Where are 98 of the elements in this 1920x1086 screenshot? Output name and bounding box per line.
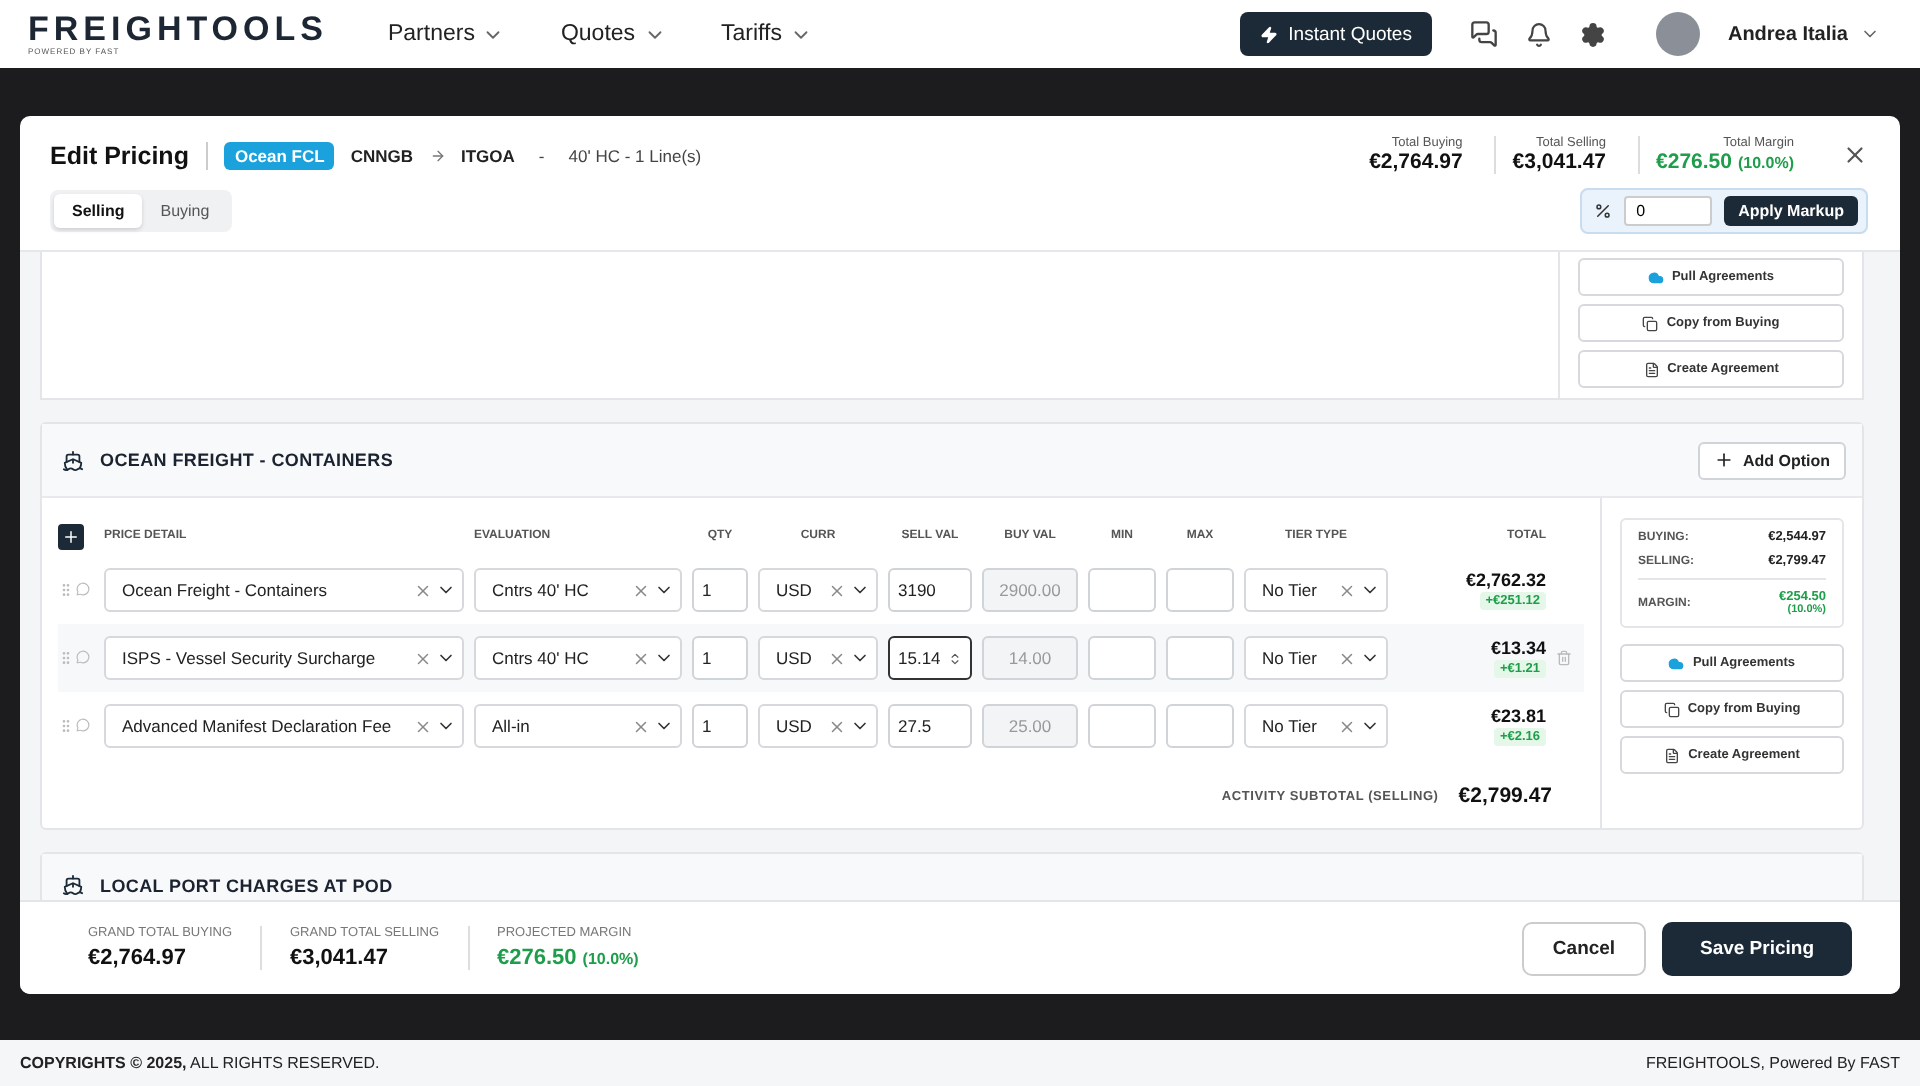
nav-menu[interactable]: Tariffs bbox=[701, 22, 832, 46]
currency-select[interactable]: USD bbox=[758, 568, 878, 612]
total-value: €276.50 bbox=[497, 946, 577, 970]
comment-icon[interactable] bbox=[76, 582, 90, 598]
qty-input[interactable]: 1 bbox=[692, 636, 748, 680]
currency-select[interactable]: USD bbox=[758, 704, 878, 748]
sell-value-input[interactable]: 15.14 bbox=[888, 636, 972, 680]
tier-type-select[interactable]: No Tier bbox=[1244, 636, 1388, 680]
clear-icon[interactable] bbox=[1338, 649, 1356, 667]
close-button[interactable] bbox=[1842, 142, 1868, 168]
cloud-icon bbox=[1647, 269, 1664, 285]
lightning-icon bbox=[1260, 25, 1279, 43]
nav-menu[interactable]: Quotes bbox=[540, 22, 686, 46]
row-total: €13.34 bbox=[1490, 638, 1546, 658]
total-value: €2,764.97 bbox=[1369, 150, 1463, 174]
drag-handle-icon[interactable] bbox=[58, 582, 74, 598]
section-title: OCEAN FREIGHT - CONTAINERS bbox=[100, 450, 394, 470]
copyright-text: COPYRIGHTS © 2025, ALL RIGHTS RESERVED. bbox=[20, 1054, 380, 1072]
clear-icon[interactable] bbox=[632, 649, 650, 667]
currency-select[interactable]: USD bbox=[758, 636, 878, 680]
plus-icon bbox=[62, 527, 80, 545]
row-total: €23.81 bbox=[1490, 706, 1546, 726]
min-input[interactable] bbox=[1088, 636, 1156, 680]
margin-percent: (10.0%) bbox=[582, 950, 639, 968]
tab[interactable]: Buying bbox=[142, 194, 228, 228]
mode-badge: Ocean FCL bbox=[224, 141, 335, 169]
powered-by-text: FREIGHTOOLS, Powered By FAST bbox=[1646, 1054, 1900, 1072]
origin-code: CNNGB bbox=[350, 145, 413, 165]
total-value: €276.50 bbox=[1656, 150, 1732, 174]
copy-icon bbox=[1642, 315, 1659, 331]
tab[interactable]: Selling bbox=[54, 194, 143, 228]
total-value: €2,764.97 bbox=[88, 946, 188, 970]
clear-icon[interactable] bbox=[1338, 717, 1356, 735]
qty-input[interactable]: 1 bbox=[692, 704, 748, 748]
price-detail-select[interactable]: Advanced Manifest Declaration Fee bbox=[104, 704, 464, 748]
logo: FREIGHTOOLS bbox=[28, 12, 328, 46]
arrow-icon bbox=[429, 147, 445, 163]
comment-icon[interactable] bbox=[76, 650, 90, 666]
copy-icon bbox=[1663, 701, 1680, 717]
clear-icon[interactable] bbox=[414, 717, 432, 735]
save-pricing-button[interactable]: Save Pricing bbox=[1662, 921, 1852, 975]
equipment-text: 40' HC - 1 Line(s) bbox=[568, 145, 702, 165]
user-menu[interactable]: Andrea Italia bbox=[1715, 21, 1892, 47]
sell-value-input[interactable]: 3190 bbox=[888, 568, 972, 612]
price-detail-select[interactable]: ISPS - Vessel Security Surcharge bbox=[104, 636, 464, 680]
bell-icon[interactable] bbox=[1525, 21, 1552, 47]
cancel-button[interactable]: Cancel bbox=[1522, 921, 1646, 975]
destination-code: ITGOA bbox=[461, 145, 515, 165]
tier-type-select[interactable]: No Tier bbox=[1244, 568, 1388, 612]
sell-value-input[interactable]: 27.5 bbox=[888, 704, 972, 748]
section-title: LOCAL PORT CHARGES AT POD bbox=[100, 875, 393, 895]
instant-quotes-button[interactable]: Instant Quotes bbox=[1240, 12, 1432, 56]
clear-icon[interactable] bbox=[828, 717, 846, 735]
apply-markup-button[interactable]: Apply Markup bbox=[1724, 196, 1858, 226]
settings-icon[interactable] bbox=[1579, 21, 1606, 47]
max-input[interactable] bbox=[1166, 704, 1234, 748]
nav-menu[interactable]: Partners bbox=[367, 22, 525, 46]
ship-icon bbox=[62, 874, 84, 896]
clear-icon[interactable] bbox=[828, 581, 846, 599]
document-icon bbox=[1643, 361, 1660, 377]
qty-input[interactable]: 1 bbox=[692, 568, 748, 612]
max-input[interactable] bbox=[1166, 636, 1234, 680]
plus-icon bbox=[1714, 450, 1735, 470]
max-input[interactable] bbox=[1166, 568, 1234, 612]
markup-input[interactable]: 0 bbox=[1624, 196, 1713, 226]
min-input[interactable] bbox=[1088, 704, 1156, 748]
spinner-icon[interactable] bbox=[948, 651, 962, 665]
clear-icon[interactable] bbox=[1338, 581, 1356, 599]
add-row-button[interactable] bbox=[58, 523, 84, 549]
document-icon bbox=[1664, 747, 1681, 763]
avatar bbox=[1655, 12, 1700, 56]
drag-handle-icon[interactable] bbox=[58, 718, 74, 734]
margin-percent: (10.0%) bbox=[1737, 154, 1794, 172]
clear-icon[interactable] bbox=[414, 649, 432, 667]
min-input[interactable] bbox=[1088, 568, 1156, 612]
price-detail-select[interactable]: Ocean Freight - Containers bbox=[104, 568, 464, 612]
chat-icon[interactable] bbox=[1469, 20, 1498, 48]
add-option-button[interactable]: Add Option bbox=[1698, 441, 1846, 479]
total-value: €3,041.47 bbox=[1512, 150, 1607, 174]
separator: - bbox=[538, 145, 545, 165]
row-total: €2,762.32 bbox=[1465, 570, 1546, 590]
cloud-icon bbox=[1668, 655, 1685, 671]
modal-title: Edit Pricing bbox=[50, 141, 209, 169]
clear-icon[interactable] bbox=[632, 717, 650, 735]
ship-icon bbox=[62, 449, 84, 471]
percent-icon bbox=[1594, 202, 1613, 220]
clear-icon[interactable] bbox=[828, 649, 846, 667]
tier-type-select[interactable]: No Tier bbox=[1244, 704, 1388, 748]
comment-icon[interactable] bbox=[76, 718, 90, 734]
evaluation-select[interactable]: Cntrs 40' HC bbox=[474, 636, 682, 680]
clear-icon[interactable] bbox=[414, 581, 432, 599]
evaluation-select[interactable]: Cntrs 40' HC bbox=[474, 568, 682, 612]
total-value: €3,041.47 bbox=[290, 946, 390, 970]
clear-icon[interactable] bbox=[632, 581, 650, 599]
close-icon bbox=[1842, 142, 1868, 168]
evaluation-select[interactable]: All-in bbox=[474, 704, 682, 748]
subtotal-value: €2,799.47 bbox=[1458, 784, 1552, 808]
drag-handle-icon[interactable] bbox=[58, 650, 74, 666]
